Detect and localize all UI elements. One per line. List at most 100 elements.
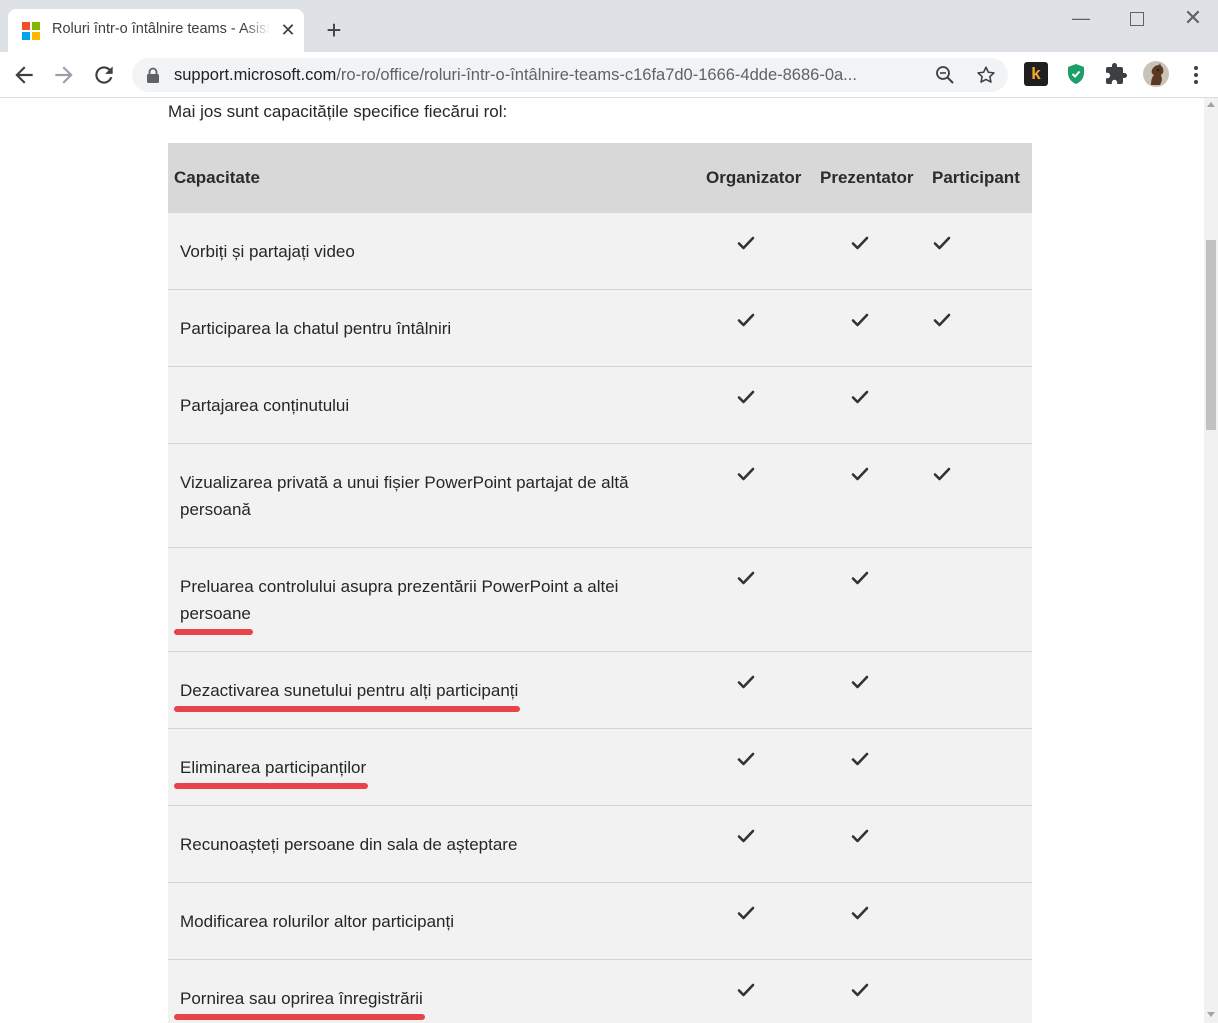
table-row: Vizualizarea privată a unui fișier Power…: [168, 443, 1032, 548]
table-row: Preluarea controlului asupra prezentării…: [168, 547, 1032, 652]
participant-cell: [926, 444, 1032, 548]
reload-icon[interactable]: [91, 62, 117, 88]
extensions-puzzle-icon[interactable]: [1104, 62, 1128, 86]
organizator-cell: [700, 883, 812, 960]
scroll-up-arrow-icon[interactable]: [1207, 102, 1215, 107]
prezentator-cell: [812, 548, 926, 652]
checkmark-icon: [737, 236, 755, 250]
bookmark-star-icon[interactable]: [975, 64, 997, 86]
column-header-capacitate: Capacitate: [174, 168, 260, 187]
organizator-cell: [700, 960, 812, 1023]
forward-arrow-icon[interactable]: [51, 62, 77, 88]
checkmark-icon: [737, 313, 755, 327]
prezentator-cell: [812, 729, 926, 806]
checkmark-icon: [737, 675, 755, 689]
table-row: Recunoașteți persoane din sala de aștept…: [168, 805, 1032, 883]
checkmark-icon: [851, 752, 869, 766]
checkmark-icon: [933, 467, 951, 481]
zoom-icon[interactable]: [935, 65, 955, 85]
checkmark-icon: [851, 571, 869, 585]
browser-tab[interactable]: Roluri într-o întâlnire teams - Asistenț…: [8, 9, 304, 52]
participant-cell: [926, 806, 1032, 883]
capability-cell: Vorbiți și partajați video: [168, 213, 700, 290]
participant-cell: [926, 367, 1032, 444]
table-row: Vorbiți și partajați video: [168, 213, 1032, 290]
k-extension-icon[interactable]: k: [1024, 62, 1048, 86]
red-underline-annotation: [174, 629, 253, 635]
horse-avatar-icon: [1151, 63, 1164, 85]
address-bar[interactable]: support.microsoft.com/ro-ro/office/rolur…: [132, 58, 1008, 92]
maximize-icon[interactable]: [1126, 8, 1146, 28]
table-row: Dezactivarea sunetului pentru alți parti…: [168, 651, 1032, 729]
checkmark-icon: [737, 983, 755, 997]
organizator-cell: [700, 548, 812, 652]
prezentator-cell: [812, 652, 926, 729]
capability-cell: Dezactivarea sunetului pentru alți parti…: [168, 652, 700, 729]
organizator-cell: [700, 213, 812, 290]
capability-label: Eliminarea participanților: [180, 758, 367, 777]
capability-cell: Recunoașteți persoane din sala de aștept…: [168, 806, 700, 883]
vertical-scrollbar[interactable]: [1204, 98, 1218, 1023]
tab-strip: Roluri într-o întâlnire teams - Asistenț…: [0, 0, 1218, 52]
profile-avatar[interactable]: [1143, 61, 1169, 87]
capability-cell: Vizualizarea privată a unui fișier Power…: [168, 444, 700, 548]
participant-cell: [926, 213, 1032, 290]
intro-text: Mai jos sunt capacitățile specifice fiec…: [168, 102, 508, 121]
checkmark-icon: [737, 906, 755, 920]
table-row: Partajarea conținutului: [168, 366, 1032, 444]
checkmark-icon: [851, 313, 869, 327]
capability-label: Preluarea controlului asupra prezentării…: [180, 577, 619, 623]
checkmark-icon: [851, 983, 869, 997]
table-row: Modificarea rolurilor altor participanți: [168, 882, 1032, 960]
capability-cell: Modificarea rolurilor altor participanți: [168, 883, 700, 960]
url-text[interactable]: support.microsoft.com/ro-ro/office/rolur…: [174, 66, 920, 85]
capability-cell: Partajarea conținutului: [168, 367, 700, 444]
capability-label: Recunoașteți persoane din sala de aștept…: [180, 835, 518, 854]
capability-label: Modificarea rolurilor altor participanți: [180, 912, 455, 931]
checkmark-icon: [737, 390, 755, 404]
browser-toolbar: support.microsoft.com/ro-ro/office/rolur…: [0, 52, 1218, 98]
capability-cell: Eliminarea participanților: [168, 729, 700, 806]
table-header-row: Capacitate Organizator Prezentator Parti…: [168, 143, 1032, 213]
back-arrow-icon[interactable]: [11, 62, 37, 88]
checkmark-icon: [737, 829, 755, 843]
checkmark-icon: [737, 467, 755, 481]
table-row: Eliminarea participanților: [168, 728, 1032, 806]
prezentator-cell: [812, 960, 926, 1023]
checkmark-icon: [851, 467, 869, 481]
capability-label: Participarea la chatul pentru întâlniri: [180, 319, 452, 338]
capability-label: Vorbiți și partajați video: [180, 242, 355, 261]
column-header-participant: Participant: [932, 168, 1020, 187]
checkmark-icon: [851, 236, 869, 250]
capability-cell: Participarea la chatul pentru întâlniri: [168, 290, 700, 367]
window-close-icon[interactable]: ✕: [1183, 7, 1203, 29]
participant-cell: [926, 290, 1032, 367]
scroll-down-arrow-icon[interactable]: [1207, 1012, 1215, 1017]
shield-extension-icon[interactable]: [1064, 62, 1088, 86]
lock-icon[interactable]: [146, 67, 160, 83]
tab-close-icon[interactable]: ✕: [278, 20, 298, 40]
prezentator-cell: [812, 367, 926, 444]
new-tab-button[interactable]: +: [320, 16, 348, 44]
participant-cell: [926, 960, 1032, 1023]
organizator-cell: [700, 729, 812, 806]
prezentator-cell: [812, 883, 926, 960]
url-host: support.microsoft.com: [174, 66, 337, 84]
capability-label: Pornirea sau oprirea înregistrării: [180, 989, 423, 1008]
red-underline-annotation: [174, 706, 521, 712]
scrollbar-thumb[interactable]: [1206, 240, 1216, 430]
checkmark-icon: [933, 236, 951, 250]
capability-label: Vizualizarea privată a unui fișier Power…: [180, 473, 629, 519]
capability-cell: Preluarea controlului asupra prezentării…: [168, 548, 700, 652]
organizator-cell: [700, 367, 812, 444]
url-path: /ro-ro/office/roluri-într-o-întâlnire-te…: [336, 66, 857, 84]
checkmark-icon: [933, 313, 951, 327]
more-menu-icon[interactable]: [1186, 63, 1206, 87]
column-header-prezentator: Prezentator: [820, 168, 914, 187]
roles-capabilities-table: Capacitate Organizator Prezentator Parti…: [168, 143, 1032, 1023]
organizator-cell: [700, 444, 812, 548]
capability-label: Dezactivarea sunetului pentru alți parti…: [180, 681, 519, 700]
checkmark-icon: [851, 675, 869, 689]
participant-cell: [926, 548, 1032, 652]
minimize-icon[interactable]: —: [1071, 8, 1091, 28]
